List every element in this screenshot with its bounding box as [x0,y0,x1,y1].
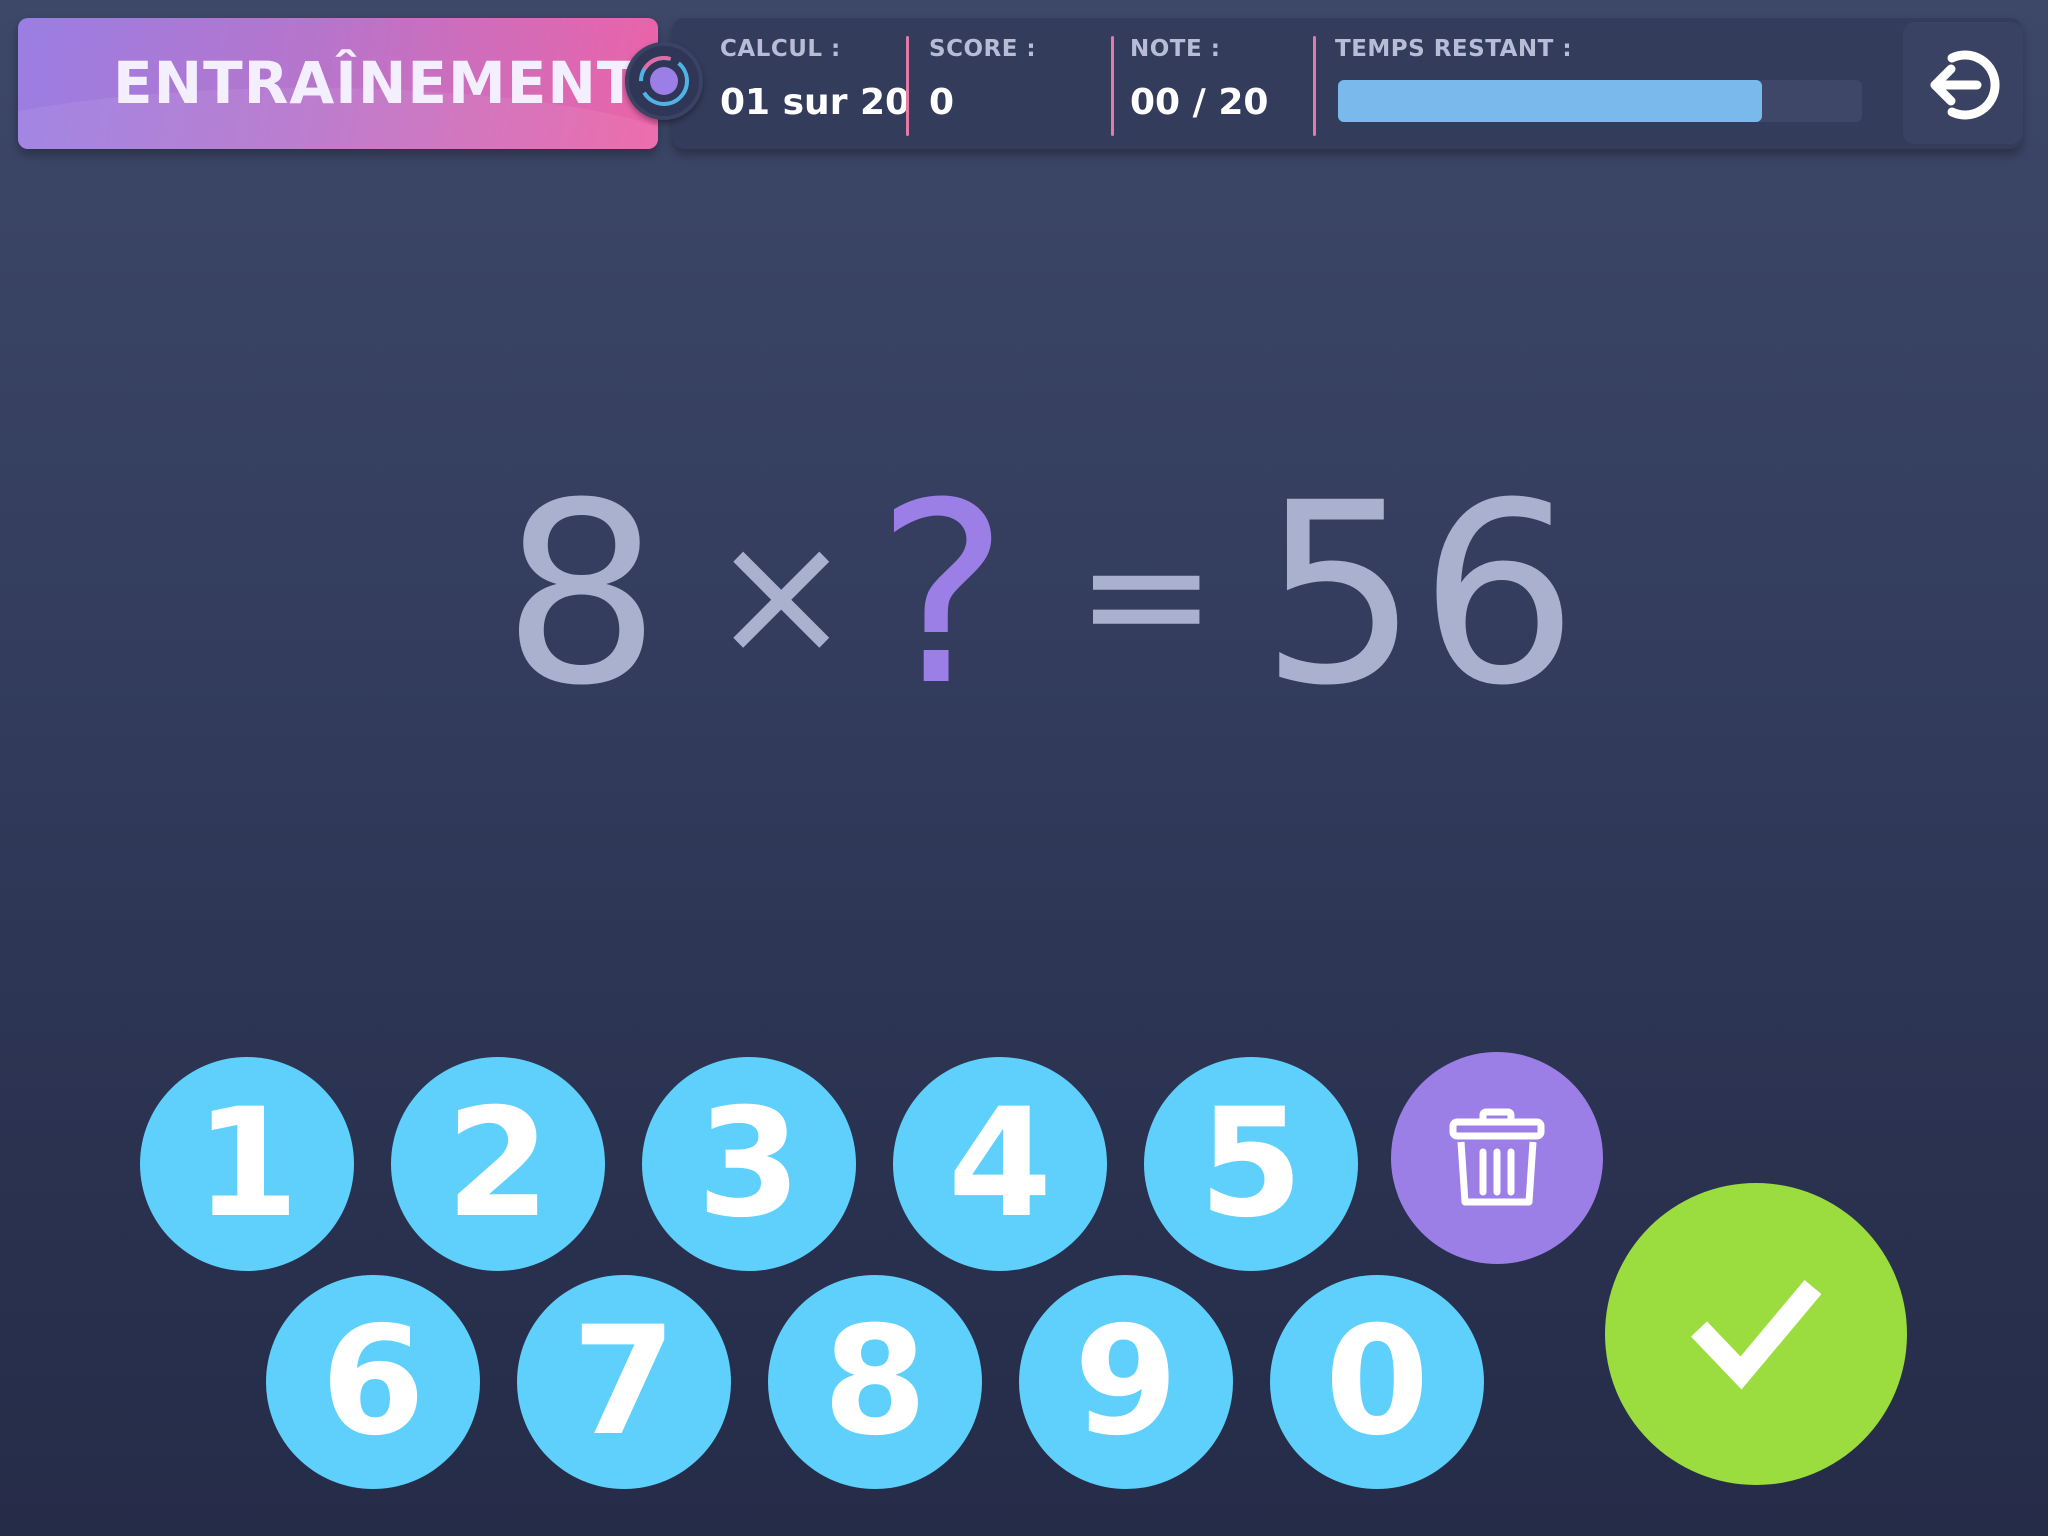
keypad-key-0[interactable]: 0 [1270,1275,1484,1489]
exit-icon [1930,50,2000,120]
keypad-key-6[interactable]: 6 [266,1275,480,1489]
keypad-key-label: 3 [696,1077,802,1251]
checkmark-icon [1691,1279,1821,1390]
keypad-key-label: 7 [571,1295,677,1469]
keypad-key-label: 1 [194,1077,300,1251]
keypad-key-label: 2 [445,1077,551,1251]
keypad-key-label: 0 [1324,1295,1430,1469]
stat-note-label: NOTE : [1130,36,1221,62]
keypad-key-label: 8 [822,1295,928,1469]
timer-progress-fill [1338,80,1763,122]
stat-divider [1313,36,1316,136]
mode-title: ENTRAÎNEMENT [113,49,638,117]
stat-divider [906,36,909,136]
stat-divider [1111,36,1114,136]
stat-calcul-value: 01 sur 20 [720,82,911,123]
keypad-key-3[interactable]: 3 [642,1057,856,1271]
keypad-key-9[interactable]: 9 [1019,1275,1233,1489]
keypad-key-2[interactable]: 2 [391,1057,605,1271]
keypad-key-5[interactable]: 5 [1144,1057,1358,1271]
equation-operator: × [710,496,853,694]
stat-calcul-label: CALCUL : [720,36,841,62]
keypad-key-4[interactable]: 4 [893,1057,1107,1271]
equation-equals: = [1075,496,1218,694]
equation: 8 × ? = 56 [0,470,2048,720]
equation-left-operand: 8 [502,449,662,740]
keypad-key-label: 9 [1073,1295,1179,1469]
keypad-key-8[interactable]: 8 [768,1275,982,1489]
exit-button[interactable] [1903,22,2023,144]
level-badge-icon [625,42,703,120]
equation-result: 56 [1260,449,1579,740]
keypad-key-1[interactable]: 1 [140,1057,354,1271]
stat-score-value: 0 [929,82,955,123]
stat-score-label: SCORE : [929,36,1037,62]
keypad-key-label: 4 [947,1077,1053,1251]
trash-icon [1449,1108,1545,1206]
validate-button[interactable] [1605,1183,1907,1485]
keypad-key-label: 6 [320,1295,426,1469]
timer-label: TEMPS RESTANT : [1335,36,1573,62]
stat-note-value: 00 / 20 [1130,82,1269,123]
mode-banner: ENTRAÎNEMENT [18,18,658,149]
keypad-key-label: 5 [1198,1077,1304,1251]
timer-progress-bar [1338,80,1862,122]
keypad-key-7[interactable]: 7 [517,1275,731,1489]
delete-button[interactable] [1391,1052,1603,1264]
equation-unknown: ? [876,449,1009,740]
